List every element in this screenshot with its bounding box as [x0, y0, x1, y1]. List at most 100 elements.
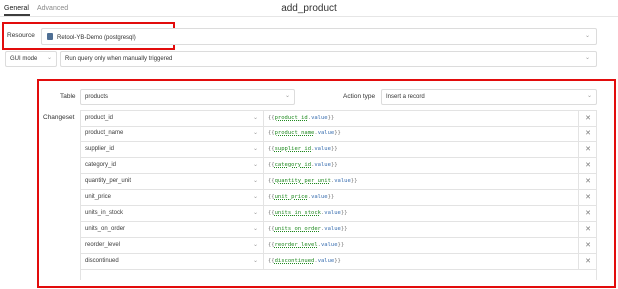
changeset-key-select[interactable]: unit_price ⌄ [81, 190, 264, 205]
value-variable: units_in_stock [274, 210, 321, 216]
changeset-key-select[interactable]: reorder_level ⌄ [81, 238, 264, 253]
value-variable: category_id [274, 162, 312, 168]
chevron-down-icon: ⌄ [252, 115, 258, 121]
chevron-down-icon: ⌄ [252, 146, 258, 152]
close-icon[interactable]: ✕ [579, 190, 597, 205]
close-icon[interactable]: ✕ [579, 126, 597, 141]
changeset-value: {{unit_price.value}} [268, 194, 335, 200]
changeset-key-select[interactable]: units_on_order ⌄ [81, 222, 264, 237]
chevron-down-icon: ⌄ [252, 162, 258, 168]
chevron-down-icon: ⌄ [252, 178, 258, 184]
close-icon[interactable]: ✕ [579, 254, 597, 269]
value-variable: supplier_id [274, 146, 312, 152]
database-icon [47, 33, 53, 40]
changeset-value-input[interactable]: {{discontinued.value}} [264, 254, 579, 269]
value-variable: product_id [274, 115, 308, 121]
table-value: products [85, 94, 109, 100]
changeset-row: supplier_id ⌄ {{supplier_id.value}} ✕ [80, 142, 597, 158]
value-variable: units_on_order [274, 226, 321, 232]
table-select[interactable]: products ⌄ [80, 89, 295, 105]
changeset-value-input[interactable]: {{reorder_level.value}} [264, 238, 579, 253]
value-variable: quantity_per_unit [274, 178, 331, 184]
changeset-key-select[interactable]: product_name ⌄ [81, 126, 264, 141]
page-title: add_product [281, 3, 337, 14]
value-variable: reorder_level [274, 242, 318, 248]
chevron-down-icon: ⌄ [252, 258, 258, 264]
action-type-label: Action type [343, 93, 376, 100]
action-type-select[interactable]: Insert a record ⌄ [381, 89, 597, 105]
gui-mode-label: GUI mode [10, 56, 38, 62]
chevron-down-icon: ⌄ [46, 55, 52, 61]
changeset-value-input[interactable]: {{supplier_id.value}} [264, 142, 579, 157]
close-icon[interactable]: ✕ [579, 206, 597, 221]
changeset-key: discontinued [85, 258, 119, 264]
changeset-row: discontinued ⌄ {{discontinued.value}} ✕ [80, 254, 597, 270]
changeset-label: Changeset [43, 114, 75, 121]
chevron-down-icon: ⌄ [586, 93, 592, 99]
changeset-value: {{discontinued.value}} [268, 258, 341, 264]
changeset-key-select[interactable]: units_in_stock ⌄ [81, 206, 264, 221]
changeset-row: units_on_order ⌄ {{units_on_order.value}} ✕ [80, 222, 597, 238]
close-icon[interactable]: ✕ [579, 142, 597, 157]
changeset-value: {{product_id.value}} [268, 115, 335, 121]
value-property: value [320, 242, 338, 248]
changeset-value: {{units_in_stock.value}} [268, 210, 348, 216]
table-label: Table [60, 93, 76, 100]
close-icon[interactable]: ✕ [579, 238, 597, 253]
changeset-row: product_id ⌄ {{product_id.value}} ✕ [80, 110, 597, 127]
close-icon[interactable]: ✕ [579, 174, 597, 189]
value-property: value [314, 146, 331, 152]
changeset-key-select[interactable]: discontinued ⌄ [81, 254, 264, 269]
changeset-value-input[interactable]: {{units_on_order.value}} [264, 222, 579, 237]
chevron-down-icon: ⌄ [252, 242, 258, 248]
changeset-value-input[interactable]: {{product_name.value}} [264, 126, 579, 141]
gui-mode-select[interactable]: GUI mode ⌄ [5, 51, 57, 67]
changeset-key: product_name [85, 130, 124, 136]
changeset-key: category_id [85, 162, 117, 168]
trigger-value: Run query only when manually triggered [65, 56, 173, 62]
trigger-select[interactable]: Run query only when manually triggered ⌄ [60, 51, 597, 67]
changeset-key: quantity_per_unit [85, 178, 132, 184]
changeset-value: {{supplier_id.value}} [268, 146, 338, 152]
changeset-key: unit_price [85, 194, 112, 200]
value-property: value [324, 210, 341, 216]
chevron-down-icon: ⌄ [584, 55, 590, 61]
changeset-value-input[interactable]: {{product_id.value}} [264, 111, 579, 126]
changeset-value-input[interactable]: {{unit_price.value}} [264, 190, 579, 205]
changeset-value: {{units_on_order.value}} [268, 226, 348, 232]
changeset-empty-row [80, 270, 597, 280]
changeset-value-input[interactable]: {{units_in_stock.value}} [264, 206, 579, 221]
value-property: value [317, 258, 335, 264]
changeset-key: units_on_order [85, 226, 126, 232]
changeset-row: quantity_per_unit ⌄ {{quantity_per_unit.va… [80, 174, 597, 190]
changeset-key: supplier_id [85, 146, 115, 152]
changeset-value: {{product_name.value}} [268, 130, 341, 136]
changeset-row: product_name ⌄ {{product_name.value}} ✕ [80, 126, 597, 142]
changeset-value: {{quantity_per_unit.value}} [268, 178, 358, 184]
value-variable: product_name [274, 130, 315, 136]
changeset-key-select[interactable]: supplier_id ⌄ [81, 142, 264, 157]
changeset-key-select[interactable]: quantity_per_unit ⌄ [81, 174, 264, 189]
value-variable: discontinued [274, 258, 315, 264]
chevron-down-icon: ⌄ [284, 93, 290, 99]
chevron-down-icon: ⌄ [252, 194, 258, 200]
chevron-down-icon: ⌄ [252, 226, 258, 232]
close-icon[interactable]: ✕ [579, 111, 597, 126]
chevron-down-icon: ⌄ [252, 130, 258, 136]
changeset-value-input[interactable]: {{quantity_per_unit.value}} [264, 174, 579, 189]
value-property: value [311, 115, 328, 121]
changeset-value: {{reorder_level.value}} [268, 242, 345, 248]
changeset-value-input[interactable]: {{category_id.value}} [264, 158, 579, 173]
changeset-key-select[interactable]: product_id ⌄ [81, 111, 264, 126]
value-property: value [324, 226, 341, 232]
changeset-row: category_id ⌄ {{category_id.value}} ✕ [80, 158, 597, 174]
resource-label: Resource [7, 32, 35, 39]
action-type-value: Insert a record [386, 94, 425, 100]
close-icon[interactable]: ✕ [579, 158, 597, 173]
changeset-key-select[interactable]: category_id ⌄ [81, 158, 264, 173]
value-property: value [334, 178, 351, 184]
value-variable: unit_price [274, 194, 308, 200]
resource-select[interactable]: Retool-YB-Demo (postgresql) ⌄ [41, 28, 597, 45]
chevron-down-icon: ⌄ [252, 210, 258, 216]
close-icon[interactable]: ✕ [579, 222, 597, 237]
